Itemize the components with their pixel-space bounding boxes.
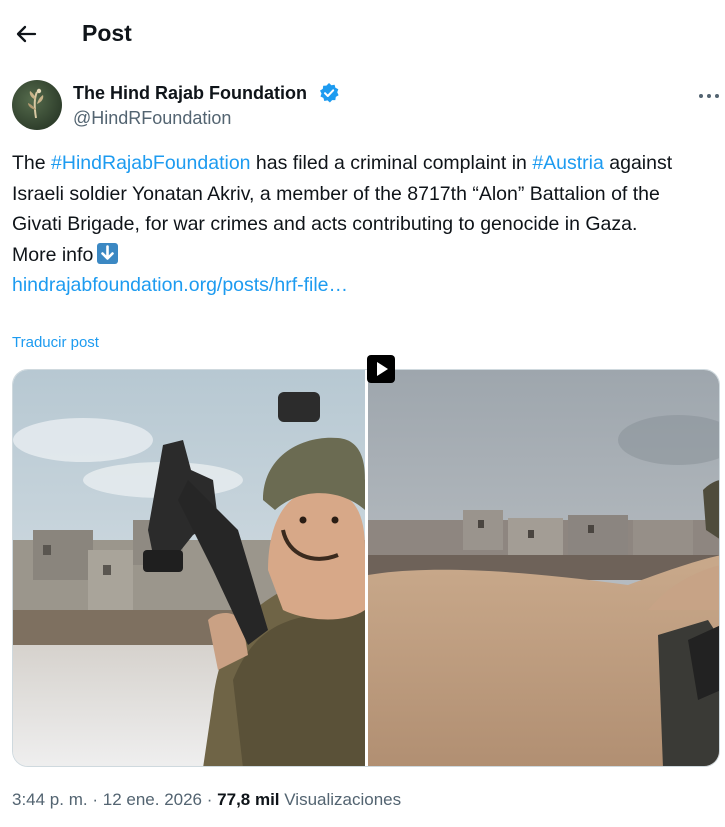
post-author: The Hind Rajab Foundation @HindRFoundati…	[12, 80, 719, 136]
post-text: The #HindRajabFoundation has filed a cri…	[12, 148, 712, 301]
text-segment: The	[12, 152, 52, 174]
more-options-button[interactable]	[695, 86, 723, 106]
post-meta: 3:44 p. m. · 12 ene. 2026 · 77,8 mil Vis…	[12, 790, 401, 810]
more-info-text: More info	[12, 243, 94, 266]
photo-soldier-portrait[interactable]	[13, 370, 365, 766]
views-count: 77,8 mil	[217, 790, 280, 809]
more-info-line: More info	[12, 240, 712, 271]
back-button[interactable]	[10, 18, 42, 50]
post-date[interactable]: 12 ene. 2026	[103, 790, 202, 809]
display-name[interactable]: The Hind Rajab Foundation	[73, 83, 307, 104]
foundation-logo-icon	[28, 88, 44, 119]
video-rubble-scene[interactable]	[368, 370, 719, 766]
page-title: Post	[82, 20, 132, 46]
link-line: hindrajabfoundation.org/posts/hrf-file…	[12, 270, 712, 301]
avatar[interactable]	[12, 80, 62, 130]
views-label: Visualizaciones	[284, 790, 402, 809]
text-segment: has filed a criminal complaint in	[250, 152, 533, 174]
back-arrow-icon	[16, 25, 37, 43]
separator: ·	[92, 790, 99, 809]
handle[interactable]: @HindRFoundation	[73, 108, 231, 129]
play-video-button[interactable]	[367, 355, 395, 383]
post-time[interactable]: 3:44 p. m.	[12, 790, 88, 809]
separator: ·	[206, 790, 213, 809]
external-link[interactable]: hindrajabfoundation.org/posts/hrf-file…	[12, 274, 348, 296]
soldier-photo-image	[13, 370, 365, 766]
verified-badge-icon	[320, 83, 339, 103]
more-dots-icon	[699, 94, 719, 98]
post-body: The #HindRajabFoundation has filed a cri…	[12, 148, 712, 240]
play-icon	[377, 362, 388, 376]
hashtag-austria[interactable]: #Austria	[532, 152, 604, 174]
translate-post-link[interactable]: Traducir post	[12, 334, 99, 351]
rubble-video-image	[368, 370, 719, 766]
down-arrow-icon	[97, 242, 119, 264]
top-bar: Post	[0, 0, 725, 68]
hashtag-hindrajabfoundation[interactable]: #HindRajabFoundation	[51, 152, 250, 174]
media-grid	[12, 369, 720, 767]
